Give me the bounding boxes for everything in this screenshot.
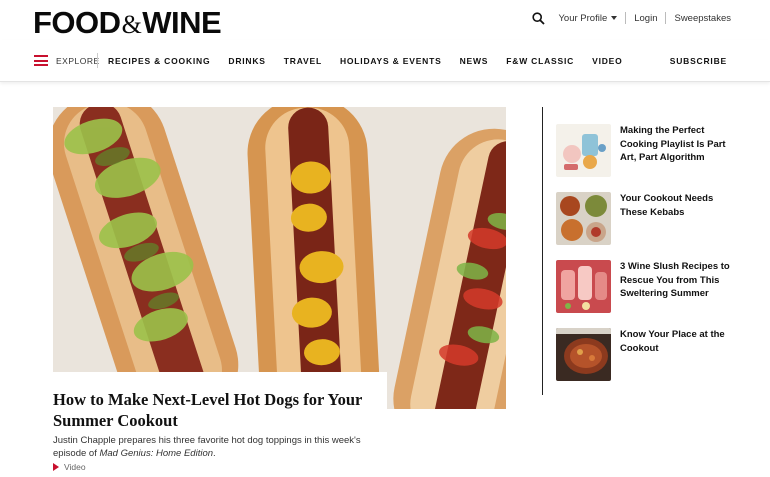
video-tag[interactable]: Video xyxy=(53,462,86,472)
nav-link-fw-classic[interactable]: F&W CLASSIC xyxy=(506,56,574,66)
sidebar-divider xyxy=(542,107,543,395)
hot-dogs-illustration xyxy=(53,107,506,409)
profile-label: Your Profile xyxy=(558,12,608,24)
main-nav: EXPLORE RECIPES & COOKING DRINKS TRAVEL … xyxy=(0,40,770,82)
story-title[interactable]: Making the Perfect Cooking Playlist Is P… xyxy=(620,124,735,177)
login-link[interactable]: Login xyxy=(634,13,657,24)
hamburger-menu-icon[interactable] xyxy=(34,55,48,66)
utility-bar: Your Profile Login Sweepstakes xyxy=(532,11,731,25)
story-thumbnail[interactable] xyxy=(556,260,611,313)
profile-menu[interactable]: Your Profile xyxy=(558,12,618,24)
nav-link-news[interactable]: NEWS xyxy=(460,56,489,66)
play-icon xyxy=(53,463,59,471)
explore-button[interactable]: EXPLORE xyxy=(56,56,100,66)
chevron-down-icon xyxy=(611,15,618,20)
story-title[interactable]: Know Your Place at the Cookout xyxy=(620,328,735,381)
nav-link-travel[interactable]: TRAVEL xyxy=(284,56,322,66)
logo-food: FOOD xyxy=(33,5,121,40)
site-logo[interactable]: FOOD&WINE xyxy=(33,5,222,40)
nav-links: RECIPES & COOKING DRINKS TRAVEL HOLIDAYS… xyxy=(108,56,641,66)
nav-link-drinks[interactable]: DRINKS xyxy=(228,56,265,66)
hero-headline[interactable]: How to Make Next-Level Hot Dogs for Your… xyxy=(53,389,383,431)
sidebar-story[interactable]: 3 Wine Slush Recipes to Rescue You from … xyxy=(556,260,746,313)
nav-divider xyxy=(97,53,98,68)
sidebar-story[interactable]: Your Cookout Needs These Kebabs xyxy=(556,192,746,245)
story-thumbnail[interactable] xyxy=(556,328,611,381)
dek-show-title: Mad Genius: Home Edition xyxy=(99,448,214,459)
video-label: Video xyxy=(64,462,86,472)
search-icon[interactable] xyxy=(532,11,546,25)
divider xyxy=(625,12,627,24)
hero-image[interactable] xyxy=(53,107,506,409)
logo-ampersand: & xyxy=(121,10,142,39)
sidebar-story[interactable]: Know Your Place at the Cookout xyxy=(556,328,746,381)
hero-dek: Justin Chapple prepares his three favori… xyxy=(53,434,373,460)
divider xyxy=(665,12,667,24)
subscribe-link[interactable]: SUBSCRIBE xyxy=(670,56,727,66)
dek-end: . xyxy=(213,448,216,459)
story-thumbnail[interactable] xyxy=(556,124,611,177)
story-title[interactable]: Your Cookout Needs These Kebabs xyxy=(620,192,735,245)
nav-link-recipes[interactable]: RECIPES & COOKING xyxy=(108,56,210,66)
nav-link-video[interactable]: VIDEO xyxy=(592,56,622,66)
story-title[interactable]: 3 Wine Slush Recipes to Rescue You from … xyxy=(620,260,735,313)
sweepstakes-link[interactable]: Sweepstakes xyxy=(674,13,731,24)
logo-wine: WINE xyxy=(142,5,222,40)
nav-link-holidays[interactable]: HOLIDAYS & EVENTS xyxy=(340,56,442,66)
sidebar-story[interactable]: Making the Perfect Cooking Playlist Is P… xyxy=(556,124,746,177)
story-thumbnail[interactable] xyxy=(556,192,611,245)
